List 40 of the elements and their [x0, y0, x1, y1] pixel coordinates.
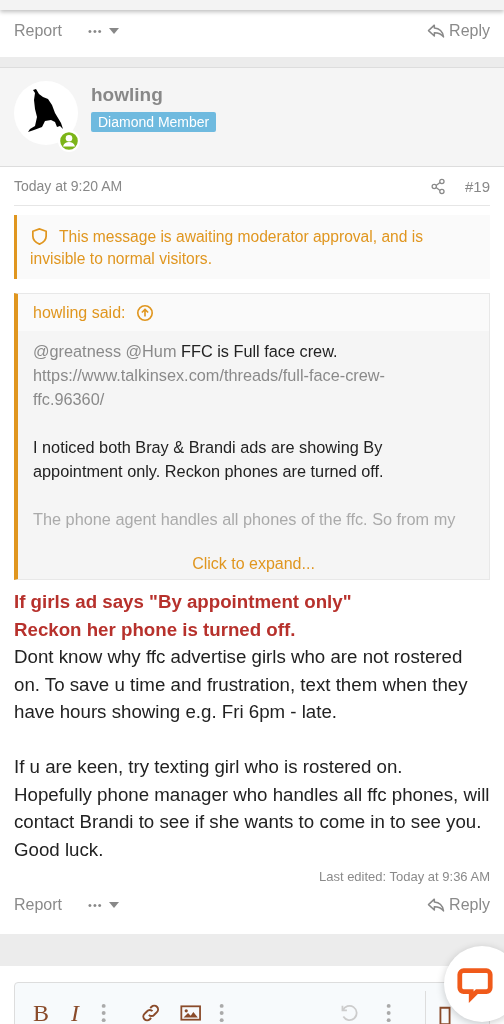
more-options-icon[interactable] — [219, 1002, 225, 1024]
bold-button[interactable]: B — [33, 999, 49, 1024]
image-icon[interactable] — [179, 1002, 202, 1024]
more-options-icon[interactable] — [101, 1002, 107, 1024]
more-menu-button[interactable]: ••• — [88, 897, 119, 913]
mention-link[interactable]: @Hum — [125, 342, 177, 360]
post-text: If girls ad says "By appointment only" — [14, 590, 353, 614]
wolf-avatar-icon[interactable] — [14, 81, 78, 145]
reply-link[interactable]: Reply — [426, 895, 490, 915]
thread-link[interactable]: https://www.talkinsex.com/threads/full-face-crew-ffc.96360/ — [33, 363, 474, 411]
quote-author-link[interactable]: howling said: — [33, 304, 126, 322]
post-time[interactable]: Today at 9:20 AM — [14, 178, 123, 194]
italic-button[interactable]: I — [71, 999, 79, 1024]
more-options-icon[interactable] — [385, 1002, 392, 1024]
share-icon[interactable] — [429, 177, 447, 195]
more-menu-button[interactable]: ••• — [88, 23, 119, 39]
report-link[interactable]: Report — [14, 896, 63, 914]
post-text: Reckon her phone is turned off. — [14, 617, 297, 642]
report-link[interactable]: Report — [14, 22, 63, 40]
last-edited-text: Last edited: Today at 9:36 AM — [318, 869, 490, 884]
post-text: Dont know why ffc advertise girls who are not rostered on. To save u time and frustration, text them when they have hours showing e.g. Fri 6pm - late. — [14, 645, 469, 724]
username-link[interactable]: howling — [91, 84, 163, 106]
reply-link[interactable]: Reply — [426, 21, 490, 41]
link-icon[interactable] — [140, 1002, 162, 1024]
member-badge: Diamond Member — [91, 112, 217, 132]
reply-icon — [426, 21, 447, 41]
mention-link[interactable]: @greatness — [33, 342, 122, 360]
expand-link[interactable]: Click to expand... — [192, 555, 315, 573]
quote-text: FFC is Full face crew. — [181, 342, 338, 360]
document-icon[interactable] — [438, 1005, 453, 1024]
shield-icon — [30, 227, 49, 246]
caret-icon — [108, 28, 119, 34]
post-number-link[interactable]: #19 — [464, 177, 490, 195]
post-text: If u are keen, try texting girl who is rostered on. Hopefully phone manager who handles all ffc phones, will contact Brandi to see if she wants to come in to see you. Good luck. — [14, 755, 490, 862]
quote-text: The phone agent handles all phones of the ffc. So from my — [33, 510, 456, 528]
caret-icon — [108, 902, 119, 908]
reply-icon — [426, 895, 447, 915]
moderation-message: This message is awaiting moderator approval, and is invisible to normal visitors. — [30, 226, 425, 269]
quote-text: I noticed both Bray & Brandi ads are showing By appointment only. Reckon phones are turned off. — [33, 438, 384, 480]
chat-bubble-icon — [456, 965, 494, 1003]
